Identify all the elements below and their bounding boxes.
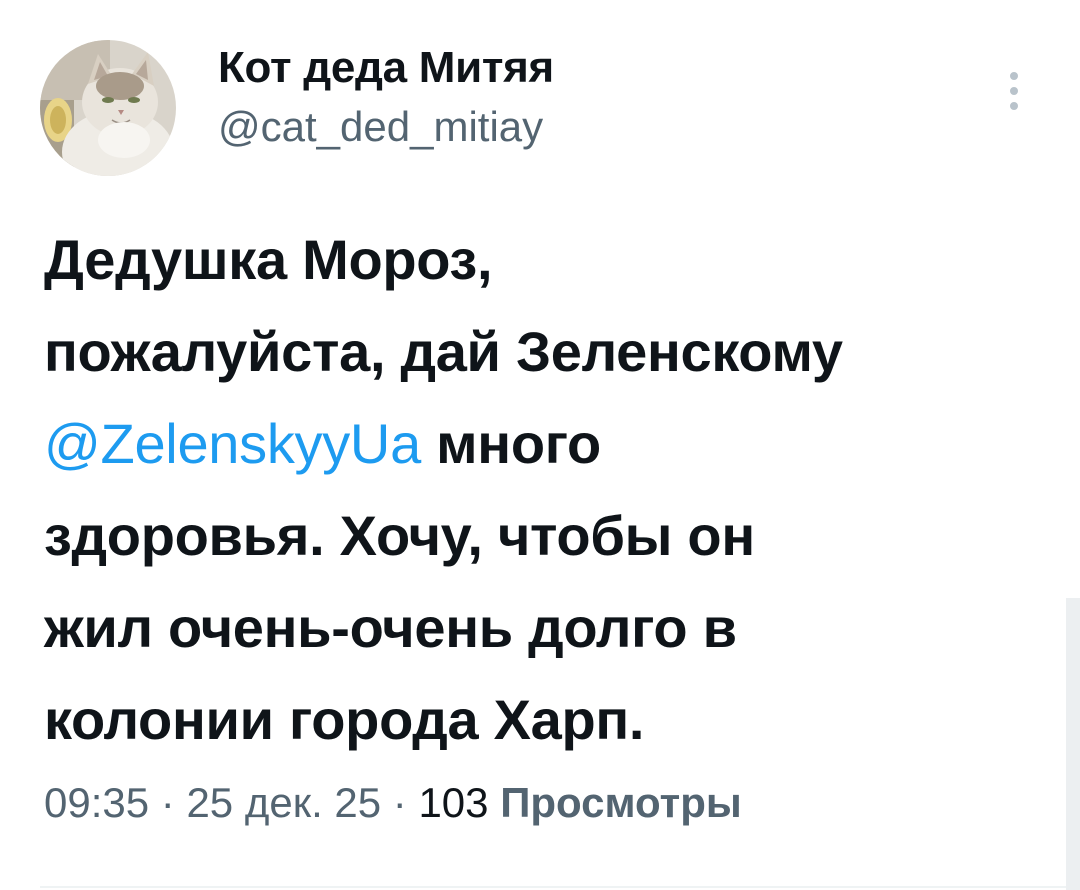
author-block: Кот деда Митяя @cat_ded_mitiay [218, 44, 554, 150]
avatar[interactable] [40, 40, 176, 176]
views-count: 103 [418, 779, 489, 826]
tweet-line: здоровья. Хочу, чтобы он [44, 504, 755, 567]
tweet-time[interactable]: 09:35 [44, 779, 149, 826]
author-handle[interactable]: @cat_ded_mitiay [218, 104, 554, 150]
scrollbar[interactable] [1066, 598, 1080, 890]
more-vertical-icon-dot [1010, 102, 1018, 110]
tweet-date[interactable]: 25 дек. 25 [186, 779, 381, 826]
views-label[interactable]: Просмотры [500, 779, 742, 826]
tweet-text: Дедушка Мороз, пожалуйста, дай Зеленском… [44, 214, 1034, 766]
tweet-line: пожалуйста, дай Зеленскому [44, 320, 843, 383]
divider [40, 886, 1080, 888]
mention-suffix: много [420, 412, 601, 475]
tweet-line: жил очень-очень долго в [44, 596, 737, 659]
tweet-line: колонии города Харп. [44, 688, 645, 751]
meta-separator: · [149, 779, 187, 826]
mention-link[interactable]: @ZelenskyyUa [44, 412, 421, 475]
more-options-button[interactable] [996, 66, 1032, 116]
author-display-name[interactable]: Кот деда Митяя [218, 44, 554, 92]
tweet-line: Дедушка Мороз, [44, 228, 493, 291]
meta-separator: · [381, 779, 419, 826]
tweet-meta: 09:35 · 25 дек. 25 · 103 Просмотры [44, 778, 742, 828]
more-vertical-icon-dot [1010, 87, 1018, 95]
cat-avatar-icon [40, 40, 176, 176]
more-vertical-icon [1010, 72, 1018, 80]
tweet-card: Кот деда Митяя @cat_ded_mitiay Дедушка М… [0, 0, 1080, 890]
tweet-line-with-mention: @ZelenskyyUa много [44, 398, 1034, 490]
